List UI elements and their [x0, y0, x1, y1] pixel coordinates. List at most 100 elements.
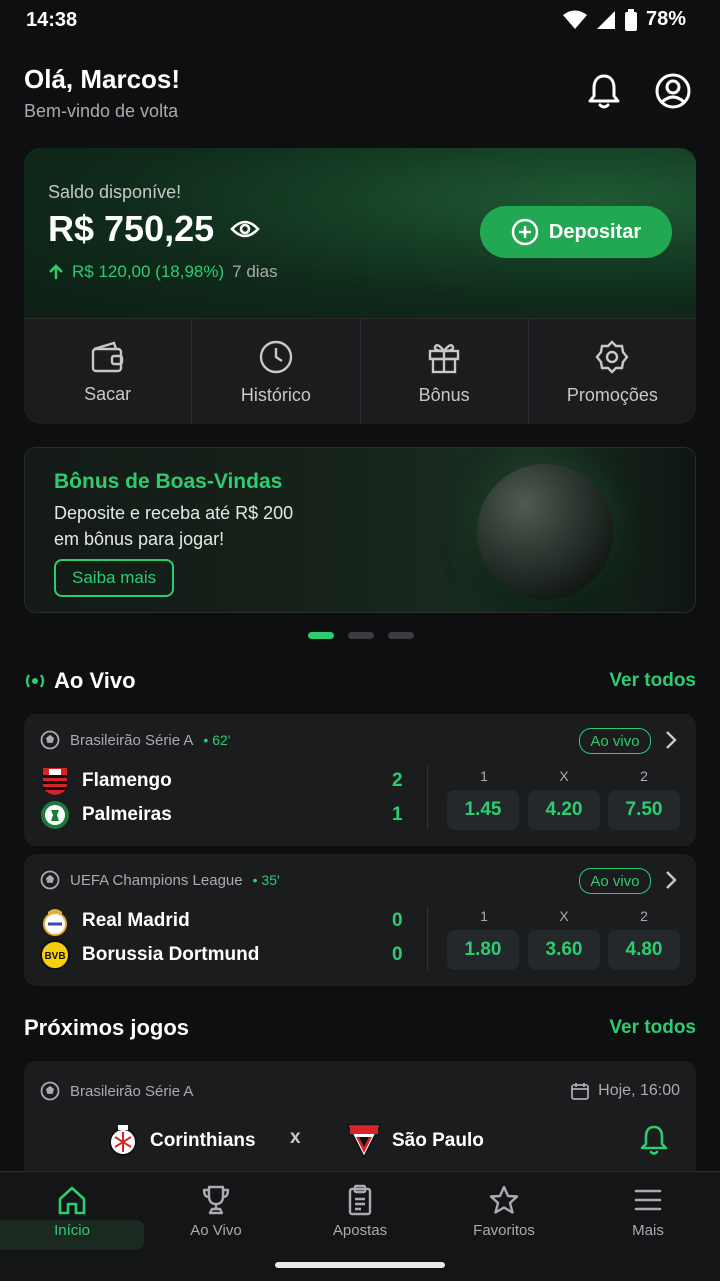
signal-icon	[596, 10, 615, 29]
promo-banner[interactable]: Bônus de Boas-Vindas Deposite e receba a…	[24, 447, 696, 613]
promo-title: Bônus de Boas-Vindas	[54, 470, 283, 493]
match-time-text: Hoje, 16:00	[598, 1082, 680, 1099]
upcoming-section-header: Próximos jogos Ver todos	[24, 1015, 696, 1041]
odd-button-draw[interactable]: 3.60	[528, 930, 600, 970]
odd-label-away: 2	[640, 908, 648, 924]
away-team: Palmeiras	[40, 800, 172, 830]
svg-text:BVB: BVB	[44, 951, 65, 962]
league-row: Brasileirão Série A	[40, 1081, 193, 1101]
odd-button-home[interactable]: 1.45	[447, 790, 519, 830]
odd-button-draw[interactable]: 4.20	[528, 790, 600, 830]
menu-icon	[634, 1189, 662, 1211]
carousel-indicator	[308, 632, 414, 639]
odd-button-home[interactable]: 1.80	[447, 930, 519, 970]
upcoming-see-all-link[interactable]: Ver todos	[609, 1017, 696, 1039]
live-match-card[interactable]: Brasileirão Série A • 62' Ao vivo Flamen…	[24, 714, 696, 846]
live-broadcast-icon	[25, 674, 45, 688]
league-row: UEFA Champions League • 35'	[40, 870, 280, 890]
action-promocoes[interactable]: Promoções	[529, 319, 696, 424]
league-name: Brasileirão Série A	[70, 1082, 194, 1100]
away-team: São Paulo	[346, 1123, 484, 1159]
carousel-dot[interactable]	[388, 632, 414, 639]
away-team: BVB Borussia Dortmund	[40, 940, 259, 970]
star-icon	[489, 1185, 519, 1214]
status-bar: 14:38 78%	[0, 0, 720, 40]
match-minute: • 35'	[252, 872, 280, 888]
nav-label: Ao Vivo	[190, 1222, 242, 1239]
promo-text-line1: Deposite e receba até R$ 200	[54, 503, 294, 523]
nav-item-favoritos[interactable]: Favoritos	[444, 1184, 564, 1239]
borussia-dortmund-crest-icon: BVB	[40, 940, 70, 970]
nav-label: Mais	[632, 1222, 664, 1239]
action-historico[interactable]: Histórico	[192, 319, 361, 424]
promo-learn-more-button[interactable]: Saiba mais	[54, 559, 175, 597]
home-team-name: Real Madrid	[82, 910, 190, 931]
away-team-name: Palmeiras	[82, 804, 172, 825]
league-name: UEFA Champions League	[70, 871, 243, 889]
trophy-icon	[202, 1185, 230, 1215]
flamengo-crest-icon	[43, 768, 67, 795]
nav-item-inicio[interactable]: Início	[12, 1184, 132, 1239]
action-bonus[interactable]: Bônus	[361, 319, 529, 424]
gift-icon	[428, 343, 460, 373]
status-time: 14:38	[26, 9, 78, 31]
carousel-dot-active[interactable]	[308, 632, 334, 639]
deposit-button[interactable]: Depositar	[480, 206, 672, 258]
home-team: Flamengo	[40, 766, 172, 796]
balance-change: R$ 120,00 (18,98%) 7 dias	[48, 262, 278, 282]
home-indicator	[275, 1262, 445, 1268]
nav-label: Favoritos	[473, 1222, 535, 1239]
odd-label-home: 1	[480, 908, 488, 924]
header: Olá, Marcos! Bem-vindo de volta	[24, 60, 696, 130]
soccer-ball-image	[477, 464, 613, 600]
status-icons: 78%	[562, 8, 686, 31]
nav-item-apostas[interactable]: Apostas	[300, 1184, 420, 1239]
eye-icon[interactable]	[230, 218, 260, 240]
live-see-all-link[interactable]: Ver todos	[609, 670, 696, 692]
bell-icon[interactable]	[586, 72, 622, 110]
profile-icon[interactable]	[654, 72, 692, 110]
wallet-icon	[91, 341, 123, 372]
away-team-name: São Paulo	[392, 1130, 484, 1151]
battery-level: 78%	[645, 8, 686, 30]
wifi-icon	[562, 10, 587, 29]
odd-button-away[interactable]: 7.50	[608, 790, 680, 830]
sao-paulo-crest-icon	[346, 1124, 382, 1159]
promo-text: Deposite e receba até R$ 200 em bônus pa…	[54, 500, 354, 552]
nav-item-ao-vivo[interactable]: Ao Vivo	[156, 1184, 276, 1239]
action-label: Promoções	[566, 384, 658, 405]
odd-label-draw: X	[559, 908, 569, 924]
nav-item-mais[interactable]: Mais	[588, 1184, 708, 1239]
action-label: Histórico	[240, 384, 311, 405]
action-sacar[interactable]: Sacar	[24, 319, 193, 424]
chevron-right-icon[interactable]	[664, 870, 678, 890]
odd-label-away: 2	[640, 768, 648, 784]
soccer-ball-icon	[40, 730, 60, 750]
league-row: Brasileirão Série A • 62'	[40, 730, 230, 750]
live-section-title-row: Ao Vivo	[24, 668, 136, 694]
clock-icon	[259, 340, 293, 373]
home-team-name: Corinthians	[150, 1130, 256, 1151]
nav-label: Apostas	[332, 1222, 388, 1239]
action-label: Sacar	[84, 383, 132, 404]
calendar-icon	[571, 1083, 590, 1100]
real-madrid-crest-icon	[43, 909, 67, 936]
balance-value-row: R$ 750,25	[48, 208, 260, 250]
battery-icon	[624, 8, 637, 31]
palmeiras-crest-icon	[41, 801, 69, 829]
chevron-right-icon[interactable]	[664, 730, 678, 750]
live-section-header: Ao Vivo Ver todos	[24, 668, 696, 694]
live-match-card[interactable]: UEFA Champions League • 35' Ao vivo Real…	[24, 854, 696, 986]
quick-actions: Sacar Histórico Bônus Promoções	[24, 318, 696, 424]
carousel-dot[interactable]	[348, 632, 374, 639]
live-section-title: Ao Vivo	[54, 668, 136, 693]
balance-change-period: 7 dias	[232, 262, 278, 281]
odd-button-away[interactable]: 4.80	[608, 930, 680, 970]
home-icon	[58, 1186, 86, 1215]
home-score: 2	[392, 770, 403, 791]
promo-text-line2: em bônus para jogar!	[54, 529, 225, 549]
home-team-name: Flamengo	[82, 770, 172, 791]
notification-bell-icon[interactable]	[639, 1124, 669, 1156]
balance-summary: Saldo disponíve! R$ 750,25 R$ 120,00 (18…	[24, 148, 696, 318]
balance-value: R$ 750,25	[48, 208, 215, 249]
